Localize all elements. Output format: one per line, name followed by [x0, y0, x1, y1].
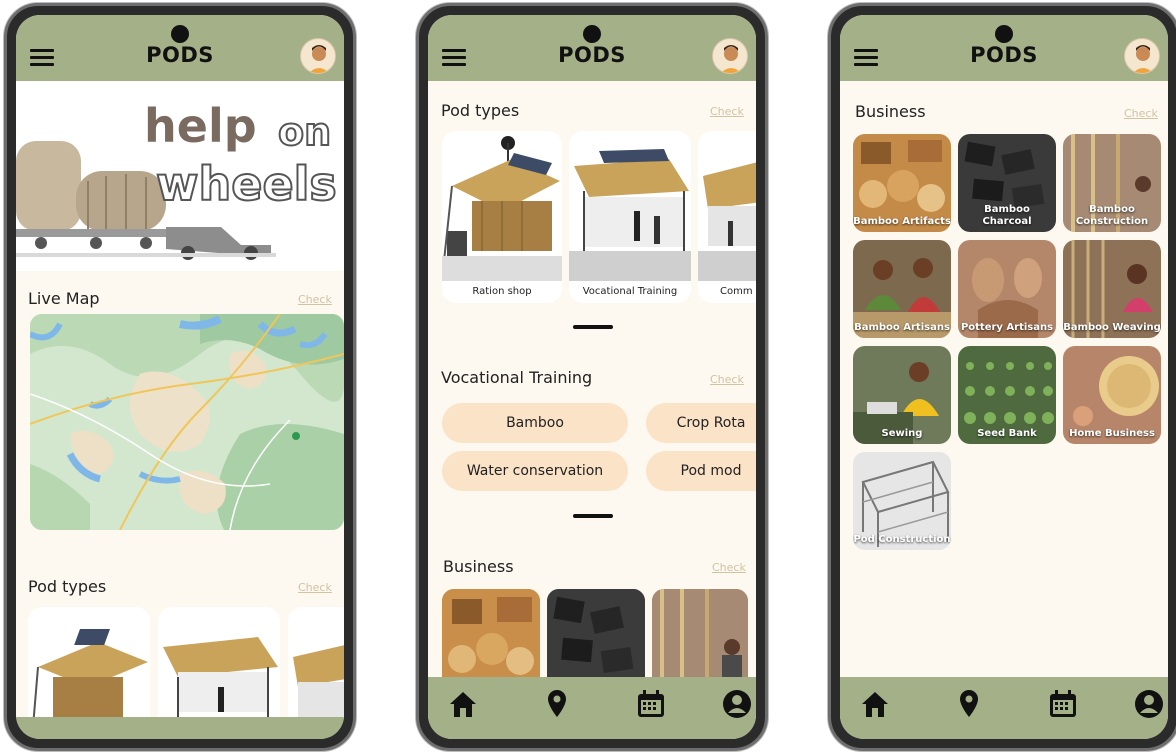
bottom-nav [840, 677, 1168, 739]
top-bar: PODS [428, 15, 756, 81]
business-title: Business [443, 557, 514, 576]
business-tile-bamboo-artisans[interactable]: Bamboo Artisans [853, 240, 951, 338]
business-tile-home-business[interactable]: Home Business [1063, 346, 1161, 444]
camera-notch [995, 25, 1013, 43]
pod-card-vocational-training[interactable]: Vocational Training [569, 131, 691, 303]
top-bar: PODS [16, 15, 344, 81]
tile-label: Home Business [1069, 428, 1155, 439]
screen: PODS Business Check Bamboo Artifacts Bam… [840, 15, 1168, 739]
tile-label: Bamboo Construction [1075, 204, 1149, 227]
tile-label: Bamboo Charcoal [982, 204, 1032, 227]
app-logo: PODS [558, 43, 626, 67]
pod-card-label: Vocational Training [582, 286, 678, 297]
business-tile-pod-construction[interactable]: Pod Construction [853, 452, 951, 550]
business-check-link[interactable]: Check [712, 561, 746, 574]
pod-types-title: Pod types [441, 101, 520, 120]
hero-text-help: help [144, 99, 257, 153]
live-map[interactable] [30, 314, 344, 530]
vocational-check-link[interactable]: Check [710, 373, 744, 386]
tile-label: Bamboo Weaving [1063, 322, 1161, 333]
tile-label: Pod Construction [853, 534, 951, 545]
business-check-link[interactable]: Check [1124, 107, 1158, 120]
pod-types-title: Pod types [28, 577, 107, 596]
vocational-training-title: Vocational Training [441, 368, 593, 387]
avatar[interactable] [712, 38, 748, 74]
phone-screen-business: PODS Business Check Bamboo Artifacts Bam… [828, 3, 1176, 751]
app-logo: PODS [970, 43, 1038, 67]
account-icon[interactable] [720, 687, 754, 721]
business-tile-bamboo-charcoal[interactable]: Bamboo Charcoal [958, 134, 1056, 232]
screen: PODS Pod types Check Ration shop Vocatio… [428, 15, 756, 739]
tile-label: Bamboo Artifacts [853, 216, 951, 227]
hero-text-on: on [277, 110, 332, 154]
hero-text-wheels: wheels [155, 157, 338, 211]
bottom-bar [16, 717, 344, 739]
business-tile-sewing[interactable]: Sewing [853, 346, 951, 444]
business-tile-bamboo-construction[interactable]: Bamboo Construction [1063, 134, 1161, 232]
phone-screen-home: PODS help on wheels Live Map Check Pod t… [4, 3, 356, 751]
app-logo: PODS [146, 43, 214, 67]
pill-pod-modification[interactable]: Pod mod [646, 451, 756, 491]
camera-notch [171, 25, 189, 43]
pod-types-check-link[interactable]: Check [298, 581, 332, 594]
pod-card-label: Ration shop [472, 286, 532, 297]
top-bar: PODS [840, 15, 1168, 81]
pill-crop-rotation[interactable]: Crop Rota [646, 403, 756, 443]
home-icon[interactable] [858, 687, 892, 721]
pod-image [698, 162, 756, 281]
section-divider [573, 514, 613, 518]
bottom-nav [428, 677, 756, 739]
pod-card-ration-shop[interactable]: Ration shop [442, 131, 562, 303]
tile-label: Sewing [881, 428, 923, 439]
pod-image [569, 149, 691, 281]
live-map-check-link[interactable]: Check [298, 293, 332, 306]
location-pin-icon[interactable] [952, 687, 986, 721]
pill-water-conservation[interactable]: Water conservation [442, 451, 628, 491]
business-tile-bamboo-artifacts[interactable]: Bamboo Artifacts [853, 134, 951, 232]
account-icon[interactable] [1132, 687, 1166, 721]
avatar[interactable] [300, 38, 336, 74]
live-map-title: Live Map [28, 289, 100, 308]
calendar-icon[interactable] [634, 687, 668, 721]
camera-notch [583, 25, 601, 43]
pod-card-label: Comm [720, 286, 753, 297]
tile-label: Pottery Artisans [960, 322, 1054, 333]
screen: PODS help on wheels Live Map Check Pod t… [16, 15, 344, 739]
home-icon[interactable] [446, 687, 480, 721]
tile-label: Seed Bank [977, 428, 1037, 439]
location-pin-icon[interactable] [540, 687, 574, 721]
calendar-icon[interactable] [1046, 687, 1080, 721]
business-tile-pottery-artisans[interactable]: Pottery Artisans [958, 240, 1056, 338]
pill-bamboo[interactable]: Bamboo [442, 403, 628, 443]
tile-label: Bamboo Artisans [854, 322, 950, 333]
business-title: Business [855, 102, 926, 121]
business-tile-seed-bank[interactable]: Seed Bank [958, 346, 1056, 444]
pod-types-check-link[interactable]: Check [710, 105, 744, 118]
hero-banner: help on wheels [16, 81, 344, 271]
avatar[interactable] [1124, 38, 1160, 74]
business-tile-bamboo-weaving[interactable]: Bamboo Weaving [1063, 240, 1161, 338]
section-divider [573, 325, 613, 329]
pod-card-community[interactable]: Comm [698, 131, 756, 303]
pod-image [442, 136, 562, 281]
phone-screen-pods: PODS Pod types Check Ration shop Vocatio… [416, 3, 768, 751]
